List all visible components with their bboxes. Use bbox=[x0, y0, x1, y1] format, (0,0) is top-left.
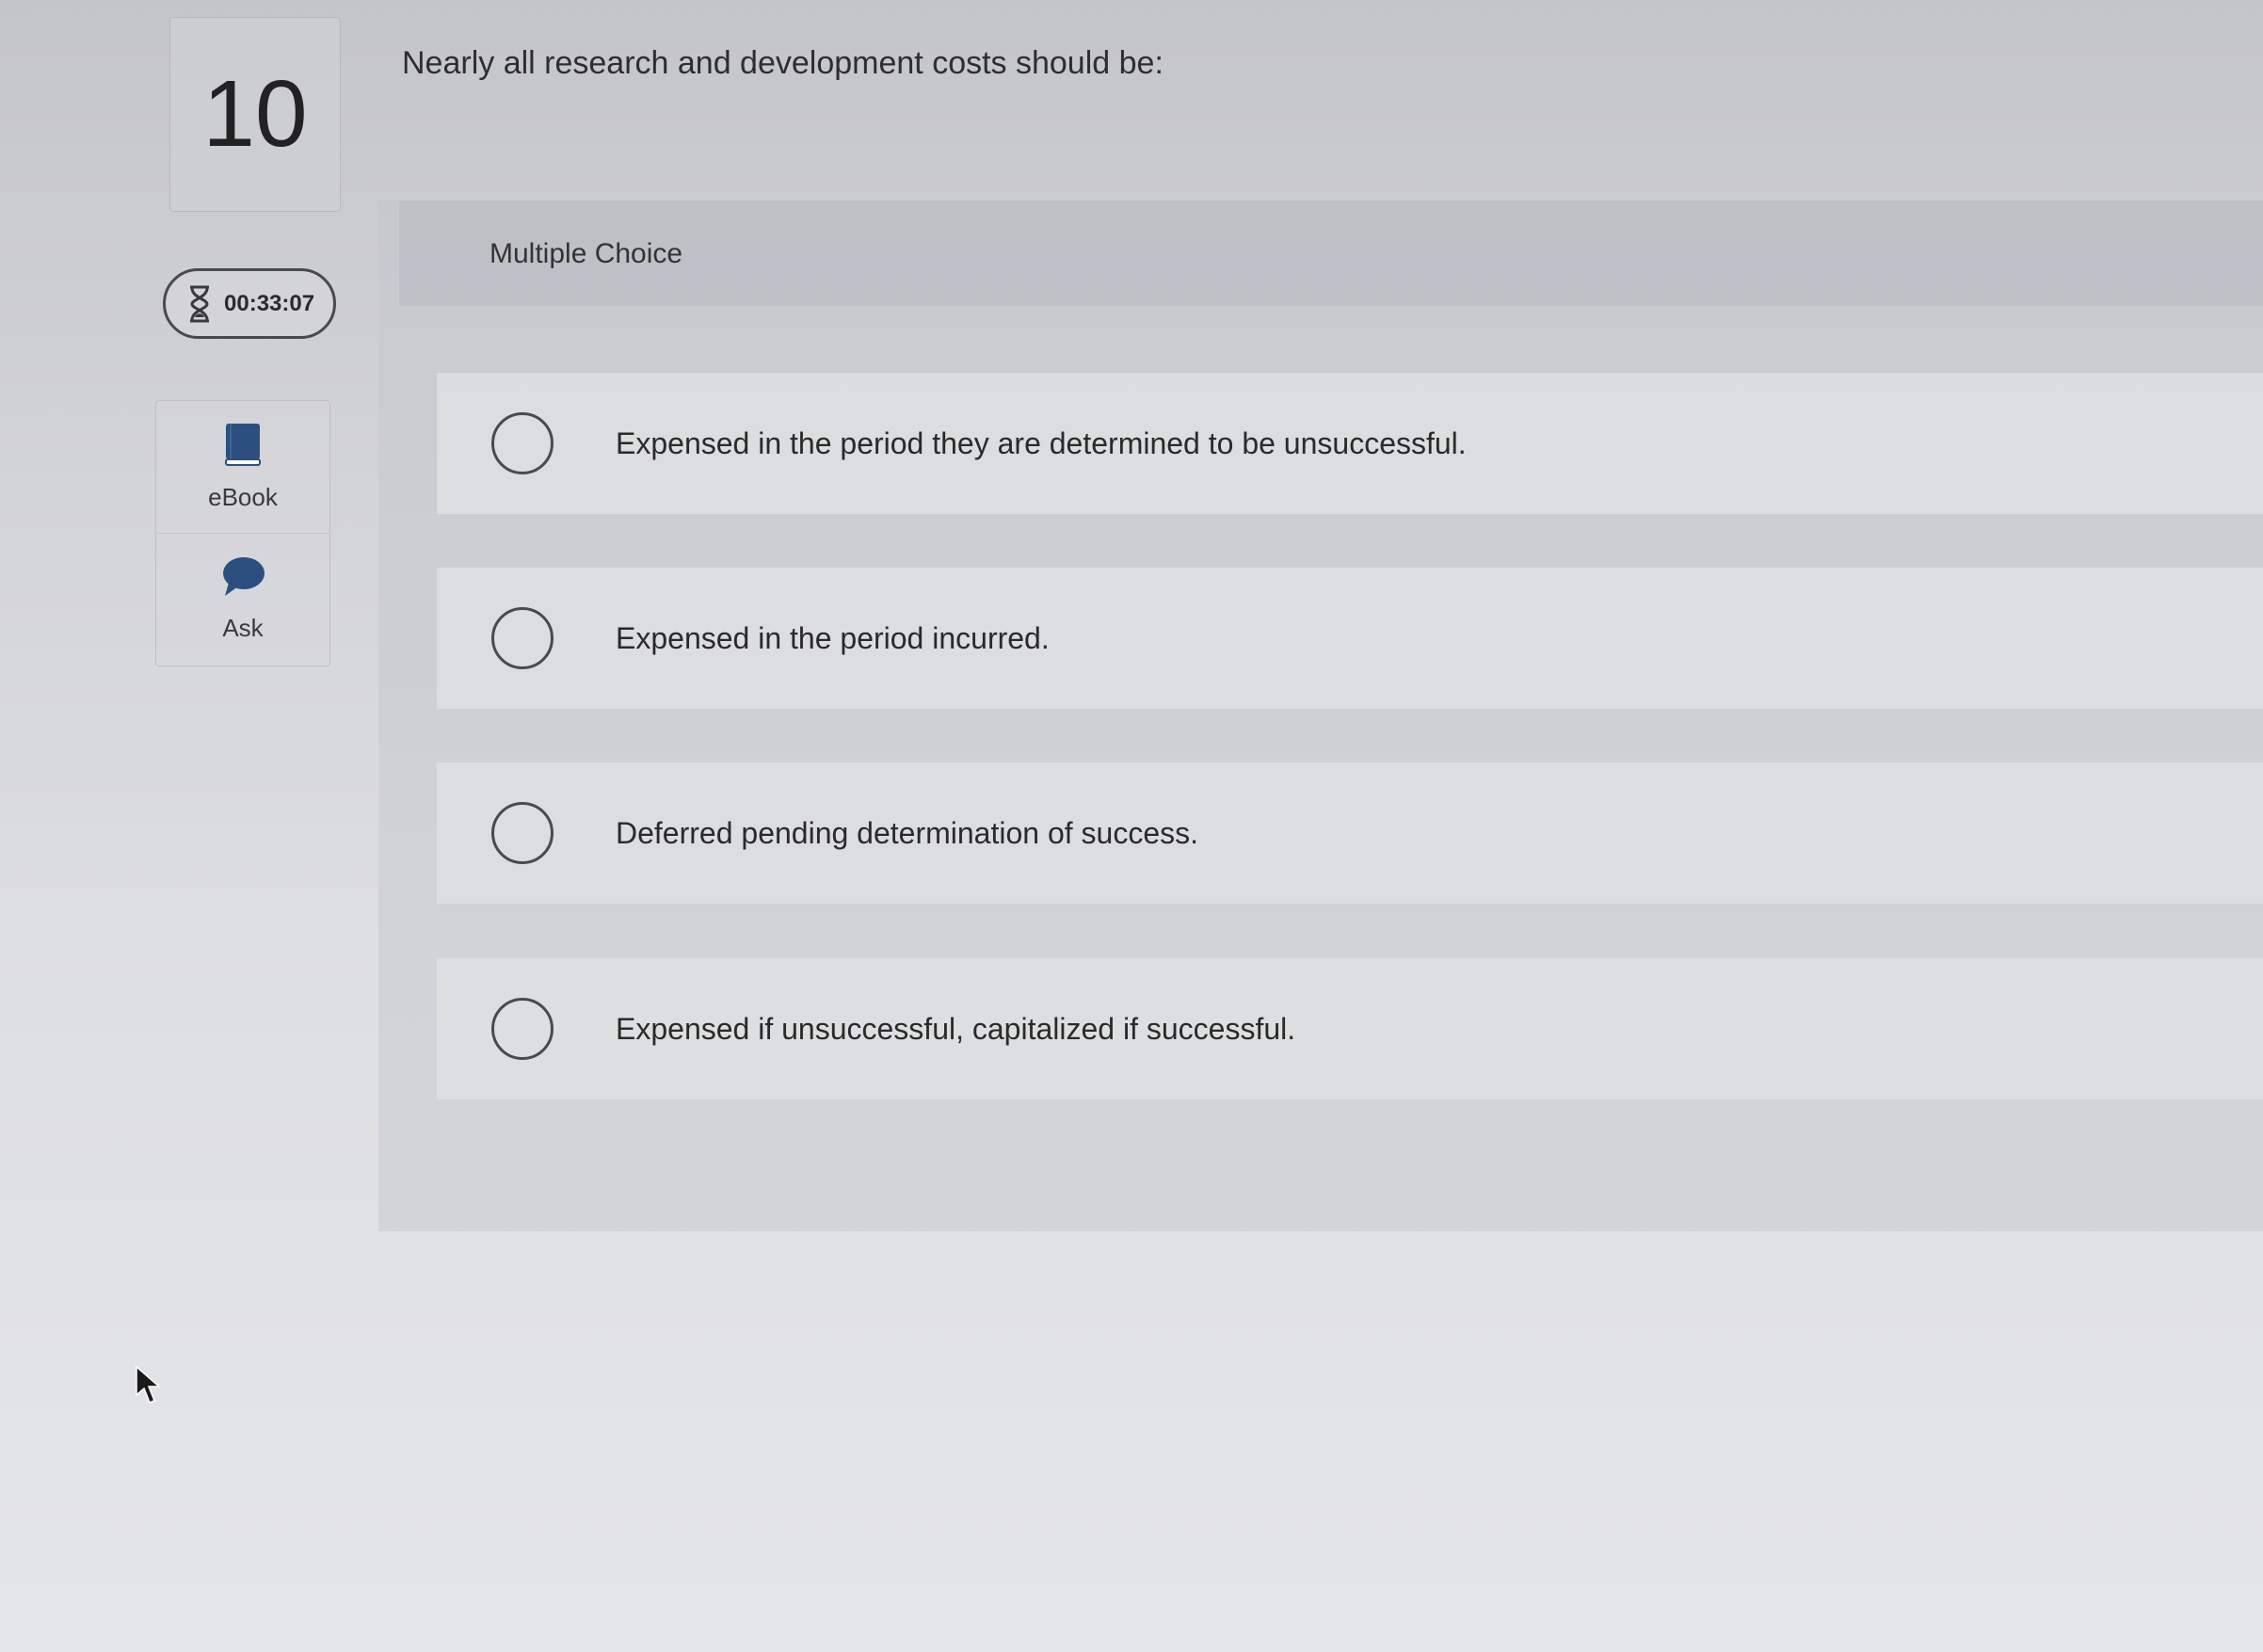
mouse-cursor-icon bbox=[135, 1365, 163, 1406]
answer-panel: Multiple Choice Expensed in the period t… bbox=[378, 200, 2263, 1231]
timer[interactable]: 00:33:07 bbox=[163, 268, 336, 339]
ebook-label: eBook bbox=[208, 483, 278, 511]
ask-button[interactable]: Ask bbox=[156, 533, 329, 666]
answer-option[interactable]: Expensed in the period they are determin… bbox=[437, 373, 2263, 514]
answer-option[interactable]: Expensed in the period incurred. bbox=[437, 568, 2263, 709]
tools-panel: eBook Ask bbox=[155, 400, 330, 666]
answer-option[interactable]: Expensed if unsuccessful, capitalized if… bbox=[437, 958, 2263, 1099]
hourglass-icon bbox=[186, 284, 213, 324]
option-text: Expensed if unsuccessful, capitalized if… bbox=[616, 1011, 1296, 1046]
ebook-button[interactable]: eBook bbox=[156, 401, 329, 533]
radio-button[interactable] bbox=[491, 802, 554, 864]
option-text: Expensed in the period they are determin… bbox=[616, 425, 1467, 460]
radio-button[interactable] bbox=[491, 607, 554, 669]
radio-button[interactable] bbox=[491, 998, 554, 1060]
panel-header: Multiple Choice bbox=[399, 200, 2263, 306]
question-type-label: Multiple Choice bbox=[490, 238, 683, 269]
option-text: Deferred pending determination of succes… bbox=[616, 815, 1199, 850]
ask-label: Ask bbox=[222, 614, 264, 642]
book-icon bbox=[222, 422, 264, 475]
question-number: 10 bbox=[169, 17, 341, 212]
answer-option[interactable]: Deferred pending determination of succes… bbox=[437, 762, 2263, 904]
timer-value: 00:33:07 bbox=[224, 290, 315, 316]
radio-button[interactable] bbox=[491, 412, 554, 474]
speech-bubble-icon bbox=[219, 556, 266, 606]
option-text: Expensed in the period incurred. bbox=[616, 620, 1050, 655]
question-text: Nearly all research and development cost… bbox=[402, 45, 1164, 81]
